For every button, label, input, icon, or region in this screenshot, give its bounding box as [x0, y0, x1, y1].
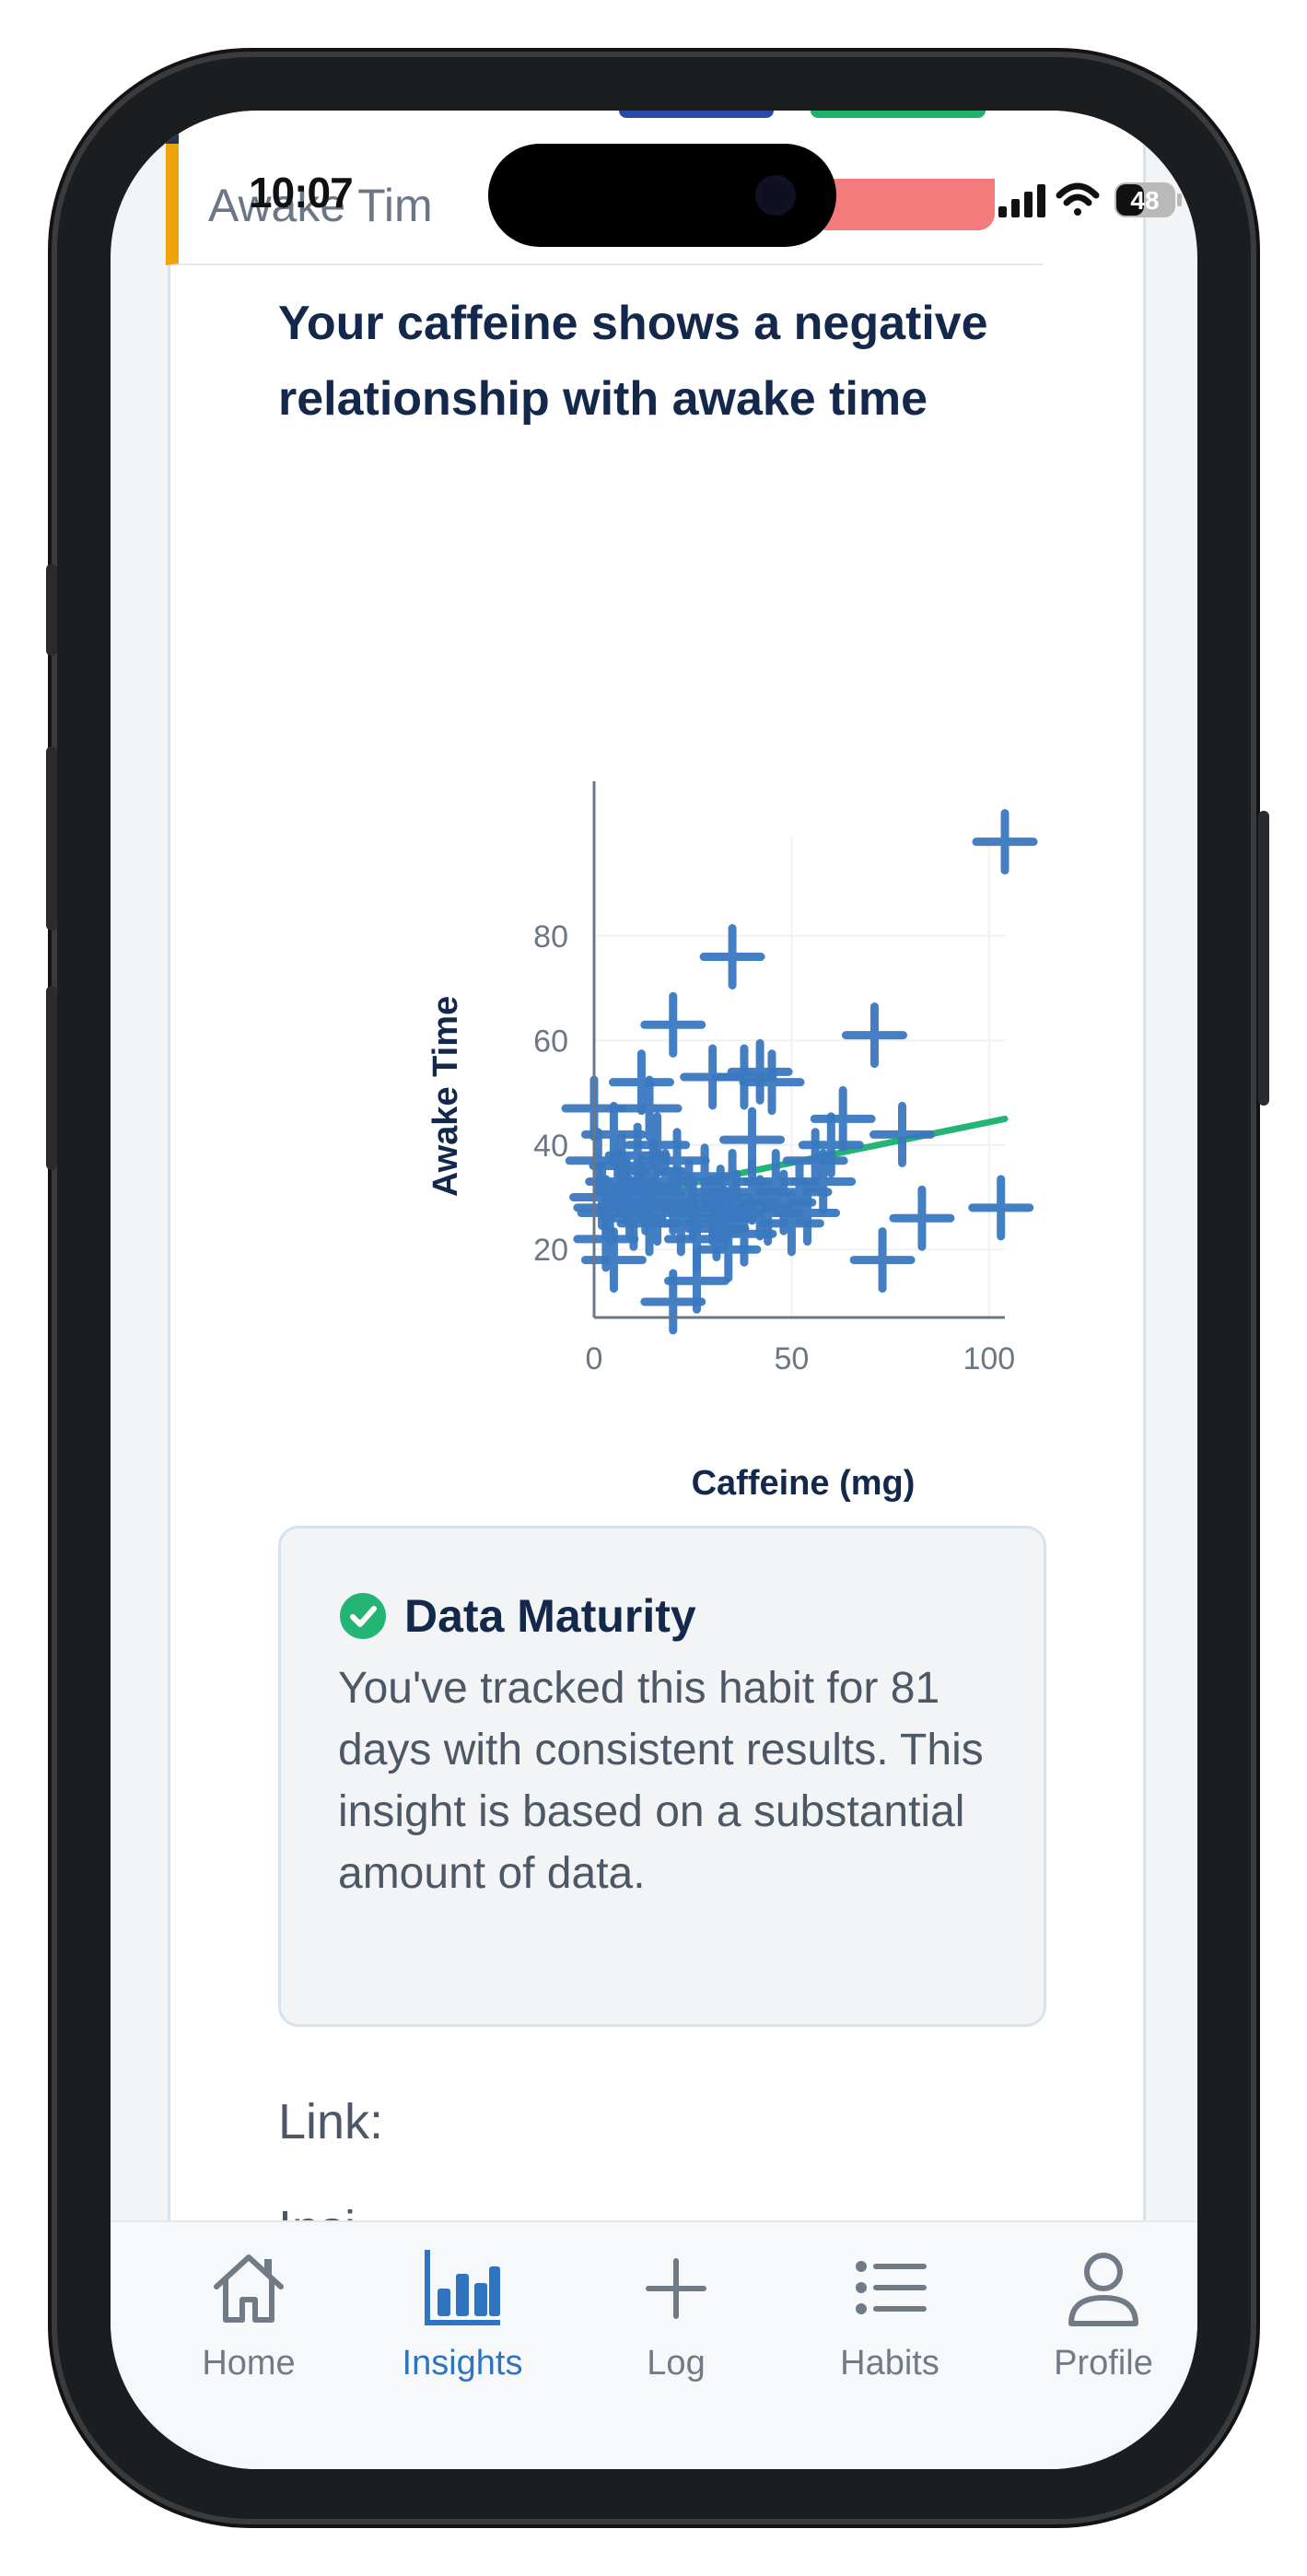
tab-insights[interactable]: Insights	[370, 2246, 554, 2403]
x-tick-label: 0	[586, 1341, 603, 1376]
data-point	[841, 1002, 907, 1069]
plus-icon	[646, 2258, 706, 2319]
grid-layer	[593, 837, 1005, 1317]
scatter-chart-svg: 0 50 100 20 40 60 80 Caffeine (mg) Awake Time	[426, 781, 1038, 1503]
data-point	[968, 1175, 1034, 1241]
previous-item-badge-green	[811, 111, 986, 118]
wifi-icon	[1056, 182, 1100, 216]
data-point	[711, 1044, 777, 1110]
action-button	[46, 564, 57, 656]
data-point	[869, 1101, 935, 1167]
tab-home[interactable]: Home	[157, 2246, 341, 2403]
tick-layer: 0 50 100 20 40 60 80	[533, 919, 1015, 1376]
dynamic-island	[488, 144, 836, 247]
power-button	[1258, 811, 1269, 1106]
screen: Awake Tim 10:07 48 Your caffeine shows a…	[111, 111, 1197, 2469]
bar-chart-icon	[425, 2250, 500, 2325]
y-tick-label: 80	[533, 919, 568, 954]
next-section-label: Insi	[278, 2200, 356, 2222]
camera-icon	[755, 175, 796, 216]
data-maturity-card: Data Maturity You've tracked this habit …	[278, 1526, 1046, 2027]
volume-up-button	[46, 746, 57, 931]
tab-bar: Home Insights Log Habits Profile	[111, 2220, 1197, 2469]
cellular-signal-icon	[998, 184, 1045, 217]
data-point	[798, 1112, 864, 1178]
link-label: Link:	[278, 2094, 384, 2149]
y-axis-label: Awake Time	[426, 996, 465, 1197]
status-time: 10:07	[249, 169, 354, 217]
volume-down-button	[46, 986, 57, 1170]
tab-profile[interactable]: Profile	[1011, 2246, 1196, 2403]
data-point	[608, 1049, 674, 1116]
data-maturity-body: You've tracked this habit for 81 days wi…	[338, 1664, 984, 1898]
y-tick-label: 60	[533, 1024, 568, 1059]
battery-level: 48	[1130, 186, 1159, 215]
tab-insights-label: Insights	[402, 2344, 523, 2383]
x-tick-label: 100	[963, 1341, 1015, 1376]
status-icons: 48	[998, 182, 1182, 217]
x-axis-label: Caffeine (mg)	[692, 1464, 916, 1503]
data-point	[972, 809, 1038, 875]
data-point	[727, 1038, 793, 1105]
data-point	[640, 991, 706, 1058]
data-point	[849, 1227, 916, 1294]
tab-log[interactable]: Log	[584, 2246, 768, 2403]
previous-item-accent	[166, 111, 179, 144]
recording-indicator	[811, 179, 995, 230]
tab-log-label: Log	[647, 2344, 706, 2383]
home-icon	[214, 2254, 284, 2323]
data-point	[616, 1075, 683, 1142]
data-maturity-title: Data Maturity	[404, 1590, 696, 1642]
points-layer	[561, 809, 1038, 1335]
tab-home-label: Home	[202, 2344, 296, 2383]
y-tick-label: 20	[533, 1233, 568, 1268]
data-point	[810, 1085, 876, 1152]
scatter-chart: 0 50 100 20 40 60 80 Caffeine (mg) Awake Time	[249, 682, 1078, 1529]
tab-habits[interactable]: Habits	[798, 2246, 982, 2403]
check-circle-icon	[340, 1593, 386, 1639]
data-point	[889, 1185, 955, 1251]
battery-icon: 48	[1114, 182, 1182, 217]
tab-profile-label: Profile	[1054, 2344, 1153, 2383]
insight-headline: Your caffeine shows a negative relations…	[278, 297, 988, 426]
previous-item-badge-blue	[619, 111, 774, 118]
list-icon	[856, 2261, 927, 2314]
tab-habits-label: Habits	[840, 2344, 939, 2383]
profile-icon	[1068, 2253, 1138, 2326]
y-tick-label: 40	[533, 1129, 568, 1164]
x-tick-label: 50	[775, 1341, 810, 1376]
